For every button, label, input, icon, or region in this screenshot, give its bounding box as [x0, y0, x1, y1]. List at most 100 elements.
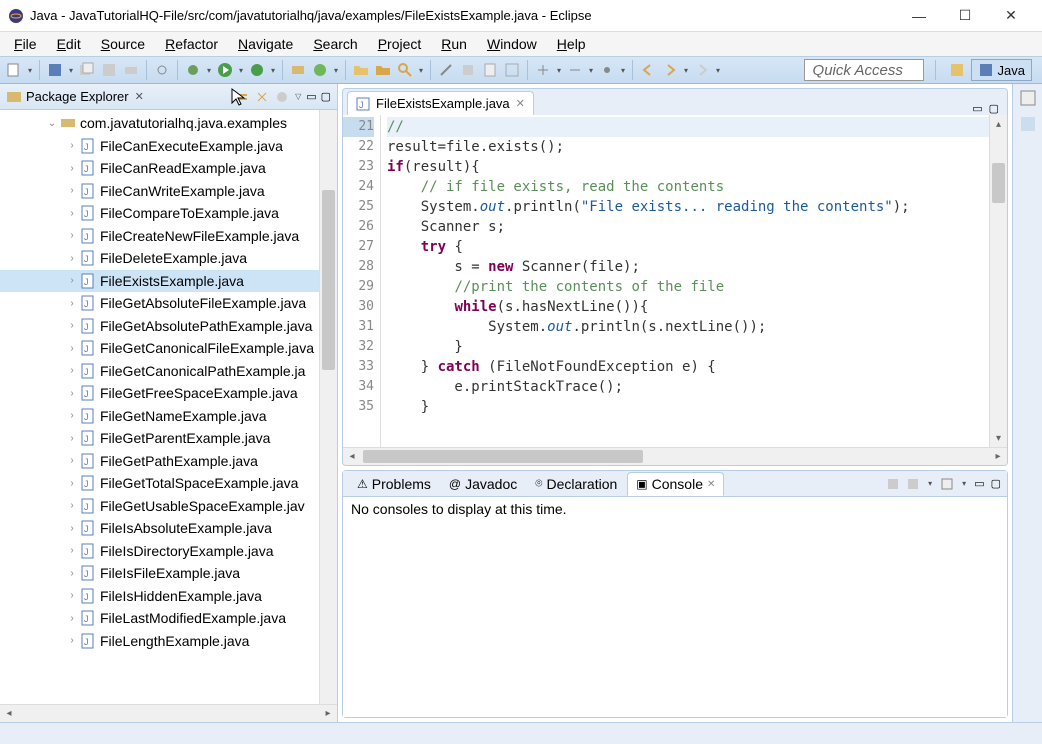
tree-file[interactable]: ›JFileGetNameExample.java [0, 405, 319, 428]
view-close-icon[interactable]: ✕ [133, 90, 146, 103]
debug-icon[interactable] [185, 62, 201, 78]
openfolder-icon[interactable] [353, 62, 369, 78]
tree-file[interactable]: ›JFileCanExecuteExample.java [0, 135, 319, 158]
console-pin-icon[interactable] [886, 477, 900, 491]
maximize-button[interactable]: ☐ [942, 1, 988, 31]
new-icon[interactable] [6, 62, 22, 78]
dropdown-icon[interactable]: ▾ [205, 66, 213, 75]
tree-file[interactable]: ›JFileGetAbsolutePathExample.java [0, 315, 319, 338]
scroll-left-icon[interactable]: ◂ [0, 706, 18, 722]
tree-file[interactable]: ›JFileGetAbsoluteFileExample.java [0, 292, 319, 315]
dropdown-icon[interactable]: ▾ [26, 66, 34, 75]
outline-icon[interactable] [1020, 90, 1036, 106]
opentype-icon[interactable] [375, 62, 391, 78]
console-open-icon[interactable] [940, 477, 954, 491]
java-perspective-button[interactable]: Java [971, 59, 1032, 81]
editor-tab[interactable]: J FileExistsExample.java ✕ [347, 91, 534, 115]
tree-file[interactable]: ›JFileCreateNewFileExample.java [0, 225, 319, 248]
dropdown-icon[interactable]: ▾ [237, 66, 245, 75]
tree-package[interactable]: ⌄com.javatutorialhq.java.examples [0, 112, 319, 135]
menu-search[interactable]: Search [303, 33, 367, 55]
dropdown-icon[interactable]: ▾ [269, 66, 277, 75]
tree-file[interactable]: ›JFileLengthExample.java [0, 630, 319, 653]
tab-javadoc[interactable]: @ Javadoc [441, 473, 525, 495]
tree-file[interactable]: ›JFileIsFileExample.java [0, 562, 319, 585]
tree-file[interactable]: ›JFileGetParentExample.java [0, 427, 319, 450]
scroll-right-icon[interactable]: ▸ [989, 448, 1007, 465]
run-icon[interactable] [217, 62, 233, 78]
tree-file[interactable]: ›JFileCanWriteExample.java [0, 180, 319, 203]
dropdown-icon[interactable]: ▾ [587, 66, 595, 75]
saveas-icon[interactable] [101, 62, 117, 78]
menu-refactor[interactable]: Refactor [155, 33, 228, 55]
tree-file[interactable]: ›JFileGetCanonicalFileExample.java [0, 337, 319, 360]
tree-file[interactable]: ›JFileDeleteExample.java [0, 247, 319, 270]
dropdown-icon[interactable]: ▾ [67, 66, 75, 75]
scroll-left-icon[interactable]: ◂ [343, 448, 361, 465]
editor-minimize-icon[interactable]: ▭ [972, 102, 982, 115]
menu-navigate[interactable]: Navigate [228, 33, 303, 55]
maximize-view-icon[interactable]: ▢ [321, 90, 331, 103]
toggle-icon[interactable] [460, 62, 476, 78]
back-icon[interactable] [640, 62, 656, 78]
filter-icon[interactable] [274, 89, 290, 105]
wand-icon[interactable] [438, 62, 454, 78]
nav3-icon[interactable] [599, 62, 615, 78]
mark-icon[interactable] [504, 62, 520, 78]
save-icon[interactable] [47, 62, 63, 78]
runlast-icon[interactable] [249, 62, 265, 78]
tab-declaration[interactable]: ⌾ Declaration [527, 473, 625, 495]
nav-icon[interactable] [535, 62, 551, 78]
package-tree[interactable]: ⌄com.javatutorialhq.java.examples›JFileC… [0, 110, 319, 704]
menu-file[interactable]: File [4, 33, 47, 55]
search-icon[interactable] [397, 62, 413, 78]
print-icon[interactable] [123, 62, 139, 78]
menu-run[interactable]: Run [431, 33, 477, 55]
tree-file[interactable]: ›JFileIsAbsoluteExample.java [0, 517, 319, 540]
scroll-right-icon[interactable]: ▸ [319, 706, 337, 722]
minimize-view-icon[interactable]: ▭ [306, 90, 316, 103]
tree-file[interactable]: ›JFileIsDirectoryExample.java [0, 540, 319, 563]
tree-file[interactable]: ›JFileCanReadExample.java [0, 157, 319, 180]
dropdown-icon[interactable]: ▾ [417, 66, 425, 75]
tree-file[interactable]: ›JFileLastModifiedExample.java [0, 607, 319, 630]
menu-source[interactable]: Source [91, 33, 155, 55]
dropdown-icon[interactable]: ▾ [960, 479, 968, 488]
dropdown-icon[interactable]: ▾ [332, 66, 340, 75]
scroll-down-icon[interactable]: ▾ [990, 429, 1007, 447]
tree-file[interactable]: ›JFileGetCanonicalPathExample.ja [0, 360, 319, 383]
tab-console[interactable]: ▣ Console ✕ [627, 472, 724, 496]
collapse-all-icon[interactable] [234, 89, 250, 105]
last-icon[interactable] [694, 62, 710, 78]
menu-window[interactable]: Window [477, 33, 547, 55]
console-display-icon[interactable] [906, 477, 920, 491]
menu-project[interactable]: Project [368, 33, 432, 55]
tree-horizontal-scrollbar[interactable]: ◂ ▸ [0, 704, 337, 722]
tree-file[interactable]: ›JFileGetPathExample.java [0, 450, 319, 473]
forward-icon[interactable] [662, 62, 678, 78]
link-editor-icon[interactable] [254, 89, 270, 105]
view-menu-icon[interactable]: ▽ [294, 92, 302, 101]
menu-edit[interactable]: Edit [47, 33, 91, 55]
tree-file[interactable]: ›JFileGetFreeSpaceExample.java [0, 382, 319, 405]
dropdown-icon[interactable]: ▾ [714, 66, 722, 75]
link-icon[interactable] [154, 62, 170, 78]
dropdown-icon[interactable]: ▾ [926, 479, 934, 488]
tree-vertical-scrollbar[interactable] [319, 110, 337, 704]
tab-close-icon[interactable]: ✕ [516, 97, 525, 110]
editor-body[interactable]: 212223242526272829303132333435 //result=… [343, 115, 1007, 447]
tree-file[interactable]: ›JFileGetTotalSpaceExample.java [0, 472, 319, 495]
newpkg-icon[interactable] [290, 62, 306, 78]
close-button[interactable]: ✕ [988, 1, 1034, 31]
dropdown-icon[interactable]: ▾ [682, 66, 690, 75]
nav2-icon[interactable] [567, 62, 583, 78]
dropdown-icon[interactable]: ▾ [555, 66, 563, 75]
scroll-up-icon[interactable]: ▴ [990, 115, 1007, 133]
tab-problems[interactable]: ⚠ Problems [349, 473, 439, 495]
minimize-button[interactable]: — [896, 1, 942, 31]
tree-file[interactable]: ›JFileCompareToExample.java [0, 202, 319, 225]
newclass-icon[interactable] [312, 62, 328, 78]
editor-horizontal-scrollbar[interactable]: ◂ ▸ [343, 447, 1007, 465]
console-maximize-icon[interactable]: ▢ [991, 477, 1001, 490]
tree-file[interactable]: ›JFileIsHiddenExample.java [0, 585, 319, 608]
